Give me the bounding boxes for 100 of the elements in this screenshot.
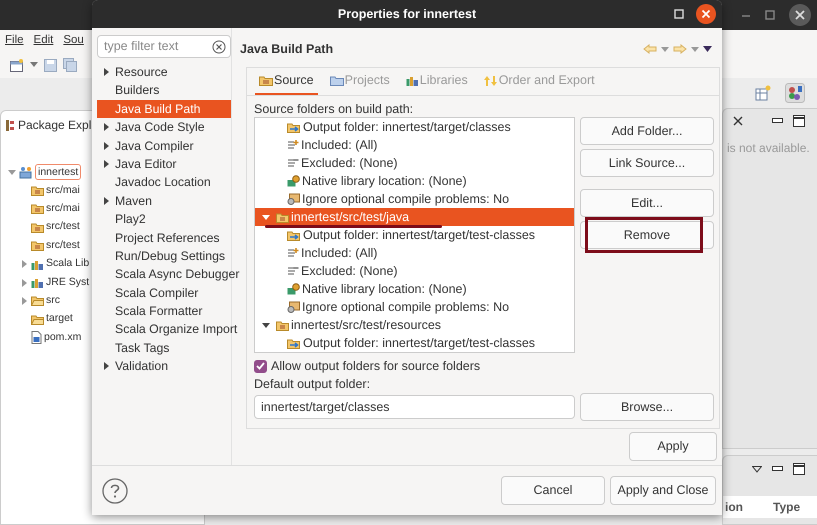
package-folder-icon: [31, 222, 44, 233]
dropdown-icon[interactable]: [752, 466, 762, 472]
filter-minus-icon: [287, 157, 299, 169]
category-item[interactable]: Javadoc Location: [115, 173, 211, 192]
category-item[interactable]: Java Editor: [115, 154, 177, 174]
tree-item[interactable]: Output folder: innertest/target/test-classes: [303, 226, 536, 244]
tree-item[interactable]: Included: (All): [301, 244, 378, 262]
button[interactable]: Add Folder...: [580, 117, 714, 145]
menu-item[interactable]: Edit: [34, 32, 54, 50]
tree-item[interactable]: src/mai: [46, 182, 80, 198]
page-title: Java Build Path: [240, 40, 334, 58]
tree-item[interactable]: innertest: [35, 164, 82, 180]
category-item[interactable]: Project References: [115, 228, 220, 247]
folder-arrow-icon: [287, 338, 301, 348]
tree-item[interactable]: Native library location: (None): [302, 280, 467, 298]
tree-item[interactable]: innertest/src/test/resources: [291, 316, 442, 334]
category-item[interactable]: Maven: [115, 192, 152, 210]
order-arrows-icon: [484, 74, 498, 86]
menu-item[interactable]: File: [5, 32, 24, 50]
tree-item[interactable]: target: [46, 311, 73, 328]
view-title[interactable]: Package Expl: [18, 116, 92, 134]
tree-item[interactable]: Ignore optional compile problems: No: [302, 190, 510, 208]
minimize-icon[interactable]: [772, 466, 783, 472]
column-header[interactable]: Type: [773, 498, 800, 516]
perspective-icon[interactable]: [785, 83, 805, 103]
category-item[interactable]: Scala Organize Import: [115, 320, 238, 339]
library-gear-icon: [287, 283, 300, 295]
tree-item[interactable]: src/test: [46, 219, 80, 236]
category-item[interactable]: Task Tags: [115, 338, 170, 358]
table-star-icon[interactable]: [755, 85, 771, 101]
folder-icon: [31, 295, 44, 306]
browse-button[interactable]: Browse...: [580, 393, 714, 421]
menu-item[interactable]: Sou: [63, 32, 84, 50]
status-message: is not available.: [726, 140, 811, 157]
tree-item[interactable]: pom.xm: [44, 330, 82, 346]
books-icon: [31, 258, 44, 270]
category-item[interactable]: Java Code Style: [115, 118, 205, 137]
button[interactable]: Remove: [580, 221, 714, 249]
filter-plus-icon: [287, 139, 299, 151]
checkbox[interactable]: [254, 360, 267, 372]
column-header[interactable]: ion: [725, 498, 743, 516]
collapse-arrow-icon[interactable]: [261, 320, 271, 330]
help-icon[interactable]: [102, 478, 128, 504]
expand-arrow-icon[interactable]: [101, 140, 111, 151]
maximize-icon[interactable]: [793, 463, 805, 475]
expand-arrow-icon[interactable]: [101, 159, 111, 170]
button[interactable]: Edit...: [580, 189, 714, 217]
category-item[interactable]: Scala Async Debugger: [115, 265, 240, 284]
close-icon[interactable]: [732, 115, 744, 127]
project-icon: [19, 166, 33, 179]
new-window-icon[interactable]: [10, 58, 24, 72]
tree-item[interactable]: Output folder: innertest/target/test-classes: [303, 334, 536, 352]
package-explorer-icon: [5, 118, 15, 132]
category-item[interactable]: Play2: [115, 210, 146, 229]
tab[interactable]: Source: [255, 68, 318, 95]
maximize-icon[interactable]: [793, 115, 805, 127]
package-folder-icon: [31, 240, 44, 252]
package-gear-icon: [287, 301, 300, 313]
books-icon: [406, 75, 419, 86]
category-item[interactable]: Java Compiler: [115, 136, 194, 155]
category-item[interactable]: Builders: [115, 81, 160, 100]
close-icon[interactable]: [696, 4, 716, 24]
tree-item[interactable]: Native library location: (None): [302, 172, 467, 190]
button[interactable]: Link Source...: [580, 149, 714, 177]
tree-item[interactable]: JRE Syst: [46, 274, 90, 290]
package-folder-icon: [276, 212, 289, 222]
tree-item[interactable]: Output folder: innertest/target/classes: [303, 118, 511, 136]
expand-arrow-icon[interactable]: [101, 196, 111, 206]
filter-field[interactable]: type filter text: [97, 35, 231, 58]
output-folder-field[interactable]: innertest/target/classes: [254, 395, 575, 419]
package-folder-icon: [31, 203, 44, 214]
category-item[interactable]: Validation: [115, 357, 168, 376]
minimize-icon[interactable]: [772, 118, 783, 124]
close-icon[interactable]: [789, 4, 811, 26]
section-label: Source folders on build path:: [254, 101, 414, 117]
filter-input[interactable]: type filter text: [104, 37, 208, 56]
checkbox-label[interactable]: Allow output folders for source folders: [271, 356, 480, 376]
category-item[interactable]: Scala Compiler: [115, 284, 198, 302]
category-item[interactable]: Scala Formatter: [115, 302, 202, 320]
package-gear-icon: [287, 193, 300, 205]
button[interactable]: Apply and Close: [610, 476, 716, 505]
tree-item[interactable]: src/test: [46, 238, 80, 254]
folder-arrow-icon: [287, 122, 301, 132]
filter-plus-icon: [287, 247, 299, 259]
field-label: Default output folder:: [254, 376, 372, 393]
category-item[interactable]: Resource: [115, 62, 168, 82]
tree-item[interactable]: Ignore optional compile problems: No: [302, 298, 510, 316]
apply-button[interactable]: Apply: [629, 432, 717, 461]
clear-icon[interactable]: [212, 40, 226, 54]
expand-arrow-icon[interactable]: [101, 361, 111, 372]
tree-item[interactable]: Scala Lib: [46, 256, 90, 272]
expand-arrow-icon[interactable]: [101, 122, 111, 132]
tree-item[interactable]: Excluded: (None): [301, 154, 398, 172]
tree-item[interactable]: Included: (All): [301, 136, 378, 154]
category-item[interactable]: Run/Debug Settings: [115, 246, 226, 266]
tree-item[interactable]: Excluded: (None): [301, 262, 398, 280]
button[interactable]: Cancel: [501, 476, 605, 505]
tree-item[interactable]: src: [46, 293, 60, 309]
expand-arrow-icon[interactable]: [101, 67, 111, 78]
tree-item[interactable]: src/mai: [46, 201, 80, 217]
